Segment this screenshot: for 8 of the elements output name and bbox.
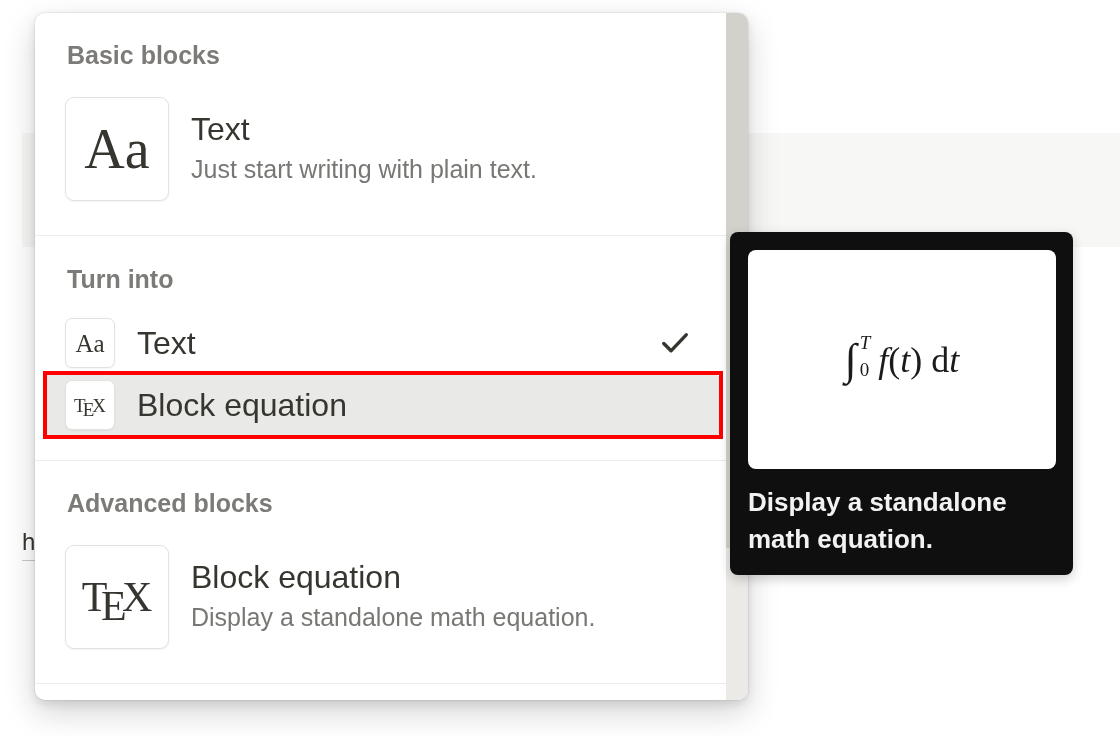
serif-letters-icon: Aa xyxy=(65,318,115,368)
menu-item[interactable]: Aa Text xyxy=(45,312,720,374)
section-heading: Turn into xyxy=(67,264,174,294)
serif-letters-icon: Aa xyxy=(65,97,169,201)
menu-item[interactable]: Aa Text Just start writing with plain text. xyxy=(65,97,537,201)
section-heading: Basic blocks xyxy=(67,40,220,70)
section-heading: Advanced blocks xyxy=(67,488,273,518)
tooltip-text: Display a standalone math equation. xyxy=(748,486,1008,556)
